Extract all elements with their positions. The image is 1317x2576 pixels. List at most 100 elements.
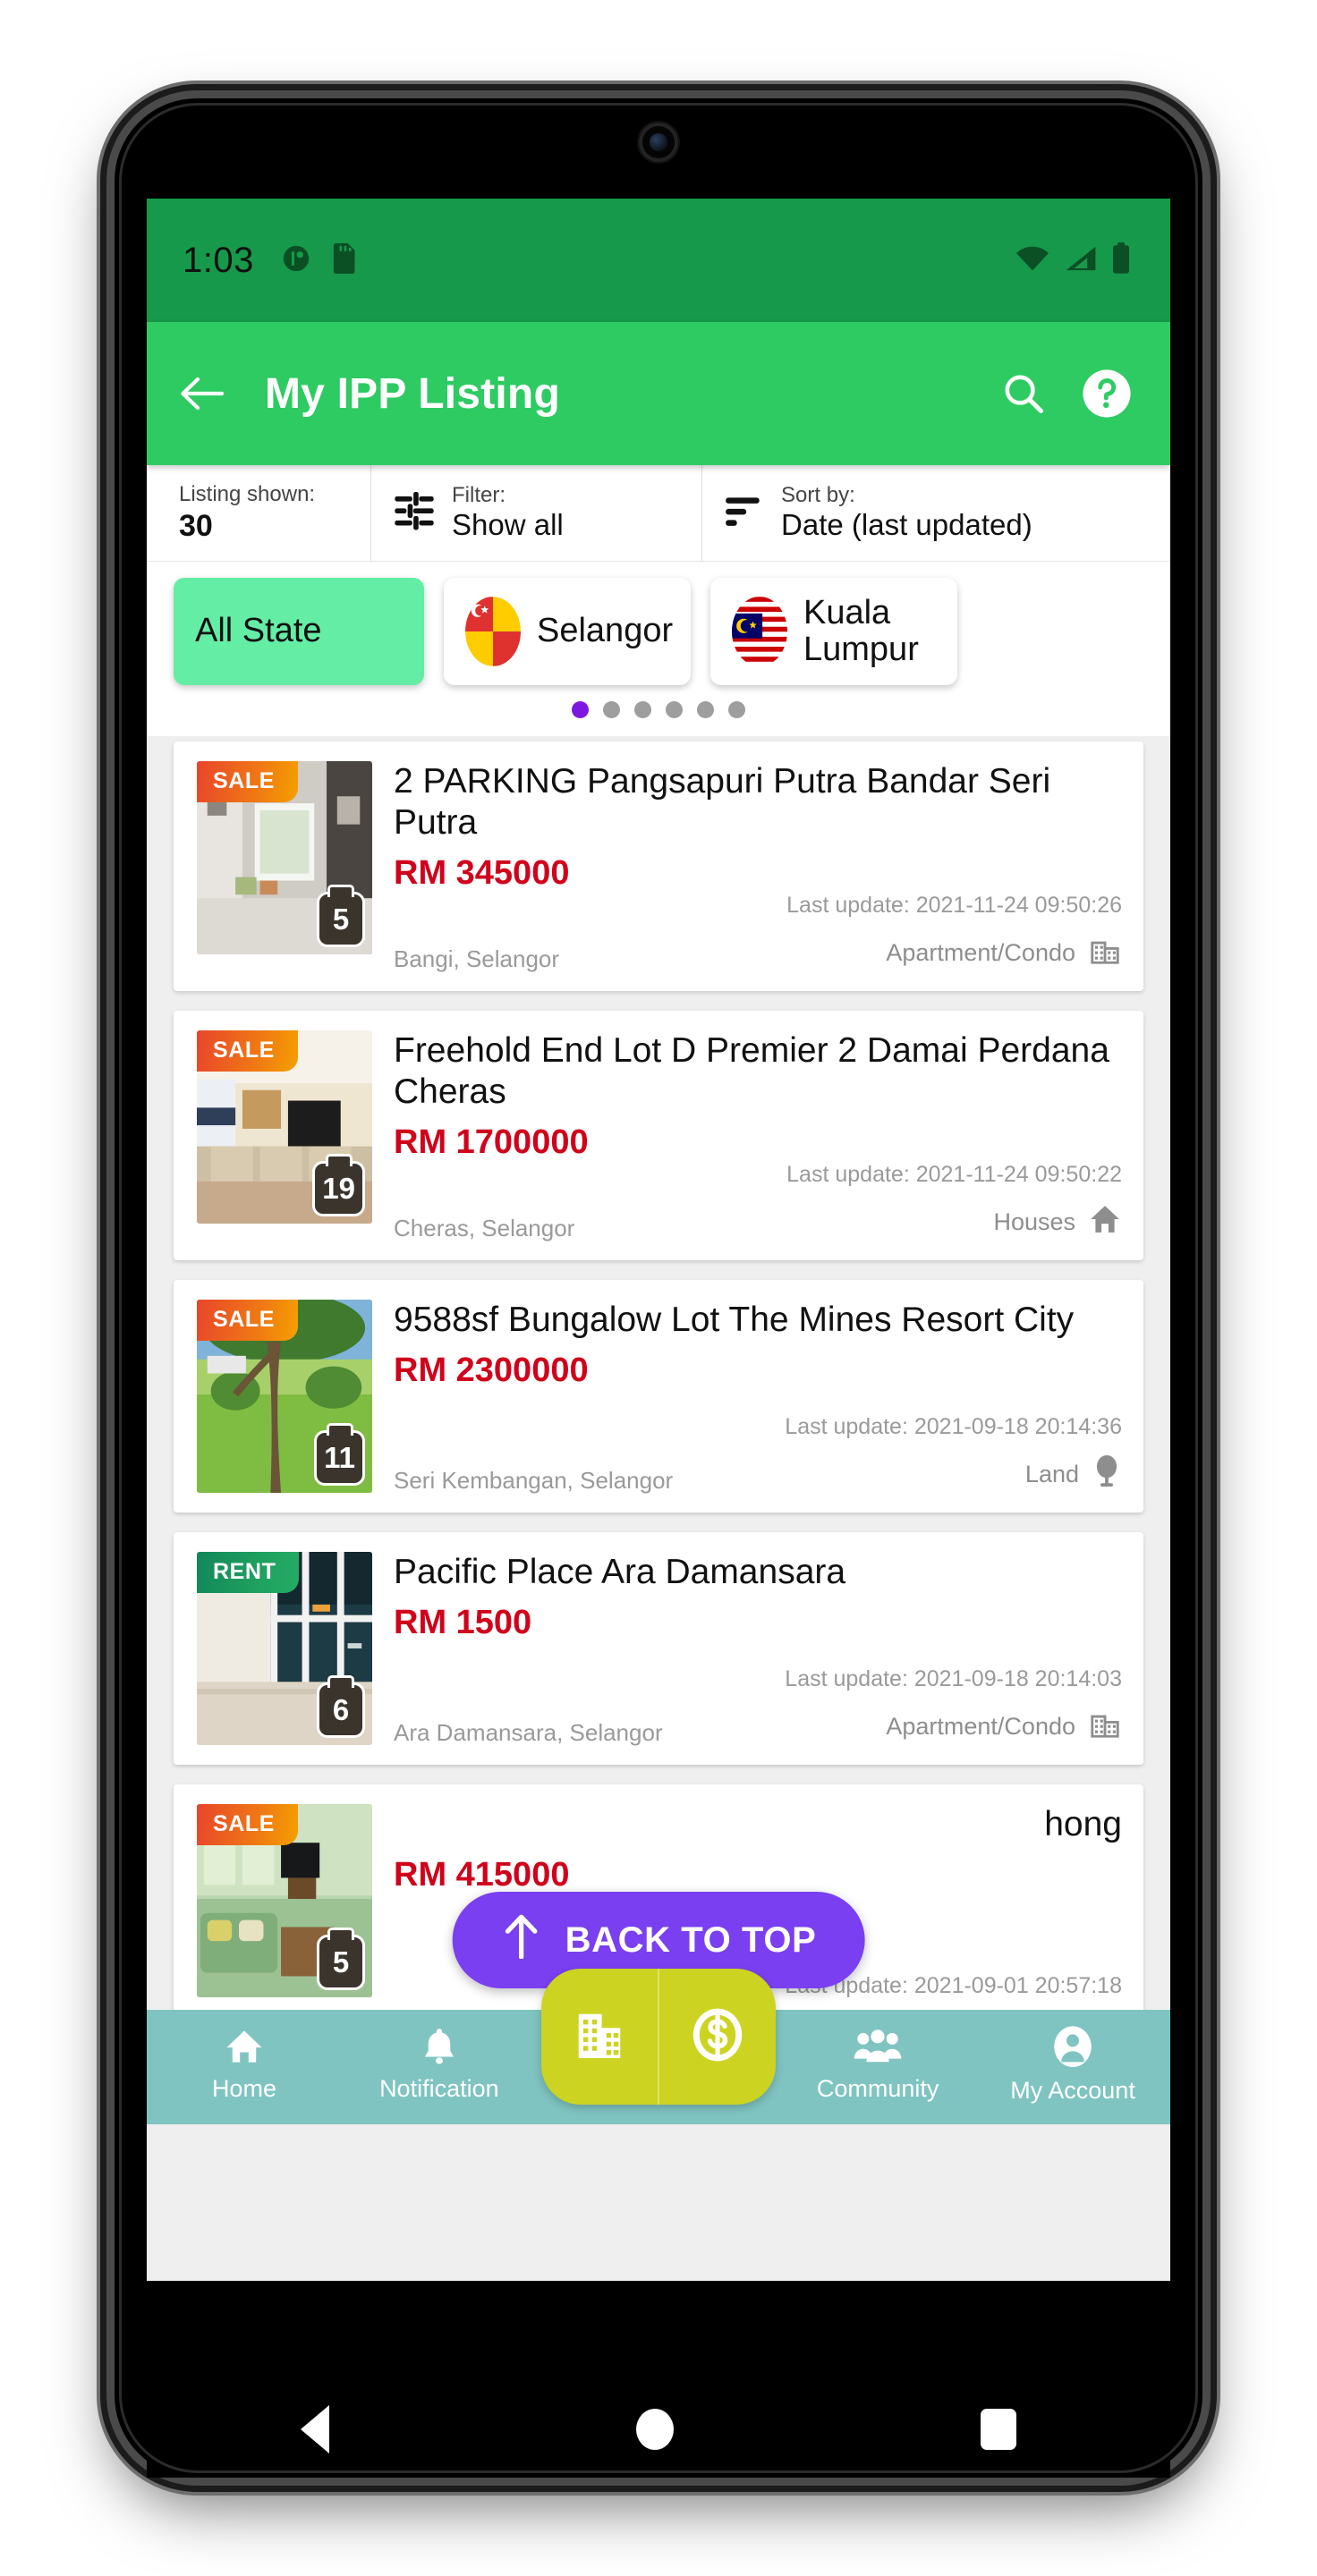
listing-shown-value: 30 <box>179 508 213 543</box>
listing-thumbnail: SALE 11 <box>197 1300 372 1494</box>
property-type-label: Houses <box>993 1208 1075 1236</box>
floating-action-button-group <box>541 1969 776 2105</box>
listing-title: Freehold End Lot D Premier 2 Damai Perda… <box>394 1031 1109 1112</box>
listing-price: RM 1500 <box>394 1604 532 1642</box>
kuala-lumpur-flag-icon <box>732 597 787 666</box>
listing-location: Cheras, Selangor <box>394 1214 575 1241</box>
state-chip-label: Kuala Lumpur <box>803 593 919 668</box>
listing-thumbnail: RENT 6 <box>197 1552 372 1746</box>
listing-badge: SALE <box>197 1300 299 1342</box>
listing-details: 2 PARKING Pangsapuri Putra Bandar Seri P… <box>372 761 1122 973</box>
phone-frame: 1:03 My IPP Listing Listing shown: 30 Fi… <box>115 98 1202 2478</box>
listing-details: Freehold End Lot D Premier 2 Damai Perda… <box>372 1030 1122 1242</box>
sort-button[interactable]: Sort by: Date (last updated) <box>701 465 1170 561</box>
carousel-page-dots <box>147 685 1170 731</box>
phone-screen: 1:03 My IPP Listing Listing shown: 30 Fi… <box>147 199 1170 2281</box>
search-icon[interactable] <box>1000 370 1047 417</box>
sort-value: Date (last updated) <box>781 508 1032 542</box>
listing-last-update: Last update: 2021-09-18 20:14:36 <box>785 1414 1122 1440</box>
listing-card[interactable]: SALE 11 9588sf Bungalow Lot The Mines Re… <box>174 1280 1143 1513</box>
arrow-up-icon <box>501 1912 542 1968</box>
page-dot[interactable] <box>697 701 714 718</box>
android-home-icon[interactable] <box>635 2409 674 2450</box>
listing-title: 2 PARKING Pangsapuri Putra Bandar Seri P… <box>394 762 1051 843</box>
fab-dollar-button[interactable] <box>659 1969 776 2105</box>
state-chip-label: Selangor <box>537 612 674 650</box>
dollar-circle-icon <box>689 2005 746 2069</box>
people-icon <box>854 2026 902 2072</box>
nav-item-notification[interactable]: Notification <box>342 2010 537 2103</box>
nav-label: Notification <box>379 2075 499 2102</box>
listing-location: Bangi, Selangor <box>394 945 560 972</box>
filter-label: Filter: <box>452 482 506 507</box>
listing-price: RM 1700000 <box>394 1123 589 1162</box>
state-chip-kuala-lumpur[interactable]: Kuala Lumpur <box>710 578 957 685</box>
back-arrow-icon[interactable] <box>177 372 227 415</box>
nav-label: Home <box>211 2075 276 2102</box>
bottom-navigation-bar: Home Notification Community My Account <box>147 1969 1170 2124</box>
photo-count-badge: 5 <box>317 892 365 947</box>
listing-card[interactable]: RENT 6 Pacific Place Ara Damansara RM 15… <box>174 1532 1143 1766</box>
house-icon <box>1088 1202 1122 1242</box>
listing-card[interactable]: SALE 5 2 PARKING Pangsapuri Putra Bandar… <box>174 741 1143 992</box>
android-back-icon[interactable] <box>300 2405 329 2453</box>
wifi-icon <box>1015 244 1050 277</box>
android-recents-icon[interactable] <box>981 2409 1017 2450</box>
listing-property-type: Apartment/Condo <box>886 1707 1122 1747</box>
listing-badge: SALE <box>197 761 299 802</box>
account-circle-icon <box>1052 2026 1093 2073</box>
property-type-label: Apartment/Condo <box>886 1713 1075 1741</box>
listing-card[interactable]: SALE 19 Freehold End Lot D Premier 2 Dam… <box>174 1011 1143 1261</box>
building-icon <box>572 2006 627 2068</box>
listing-badge: SALE <box>197 1030 299 1072</box>
state-chip-list: All State Selangor Kuala Lumpur <box>147 578 1170 685</box>
listing-title: hong <box>1044 1805 1122 1844</box>
app-bar-actions <box>1000 368 1133 419</box>
page-dot[interactable] <box>603 701 620 718</box>
listing-footer: Seri Kembangan, Selangor Land <box>394 1454 1122 1495</box>
help-circle-icon[interactable] <box>1081 368 1133 419</box>
page-dot[interactable] <box>728 701 745 718</box>
page-title: My IPP Listing <box>265 369 560 418</box>
page-dot[interactable] <box>666 701 683 718</box>
listing-badge: SALE <box>197 1804 299 1846</box>
listing-footer: Ara Damansara, Selangor Apartment/Condo <box>394 1707 1122 1747</box>
listing-price: RM 415000 <box>394 1856 570 1894</box>
nav-item-home[interactable]: Home <box>147 2010 342 2103</box>
state-chip-selangor[interactable]: Selangor <box>444 578 691 685</box>
nav-label: Community <box>816 2075 939 2102</box>
listing-details: Pacific Place Ara Damansara RM 1500 Last… <box>372 1552 1122 1747</box>
listing-scroll-area[interactable]: SALE 5 2 PARKING Pangsapuri Putra Bandar… <box>147 736 1170 2124</box>
listing-shown-label: Listing shown: <box>179 482 316 507</box>
apartment-icon <box>1088 1707 1122 1747</box>
filter-button[interactable]: Filter: Show all <box>370 465 701 561</box>
page-dot[interactable] <box>634 701 651 718</box>
listing-thumbnail: SALE 5 <box>197 761 372 954</box>
listing-title: Pacific Place Ara Damansara <box>394 1553 846 1592</box>
battery-icon <box>1111 242 1131 279</box>
status-bar-right-icons <box>1015 242 1131 279</box>
bell-icon <box>419 2026 460 2072</box>
property-type-label: Apartment/Condo <box>886 939 1075 967</box>
sort-lines-icon <box>722 488 767 538</box>
state-filter-carousel: All State Selangor Kuala Lumpur <box>147 562 1170 736</box>
state-chip-all-state[interactable]: All State <box>174 578 424 685</box>
home-icon <box>224 2026 265 2072</box>
status-bar-left-icons <box>281 242 360 278</box>
filter-bar: Listing shown: 30 Filter: Show all Sort … <box>147 465 1170 562</box>
listing-property-type: Apartment/Condo <box>886 933 1122 973</box>
nav-item-community[interactable]: Community <box>780 2010 975 2103</box>
sort-label: Sort by: <box>781 482 855 507</box>
nav-item-my-account[interactable]: My Account <box>975 2010 1170 2105</box>
page-dot[interactable] <box>572 701 589 718</box>
listing-price: RM 2300000 <box>394 1352 589 1390</box>
listing-shown-cell: Listing shown: 30 <box>147 465 370 561</box>
listing-footer: Bangi, Selangor Apartment/Condo <box>394 933 1122 973</box>
listing-price: RM 345000 <box>394 854 570 893</box>
listing-property-type: Houses <box>993 1202 1122 1242</box>
photo-count-badge: 19 <box>312 1161 365 1217</box>
android-navigation-bar <box>147 2381 1170 2478</box>
listing-footer: Cheras, Selangor Houses <box>394 1202 1122 1242</box>
listing-details: 9588sf Bungalow Lot The Mines Resort Cit… <box>372 1300 1122 1495</box>
fab-building-button[interactable] <box>541 1969 658 2105</box>
